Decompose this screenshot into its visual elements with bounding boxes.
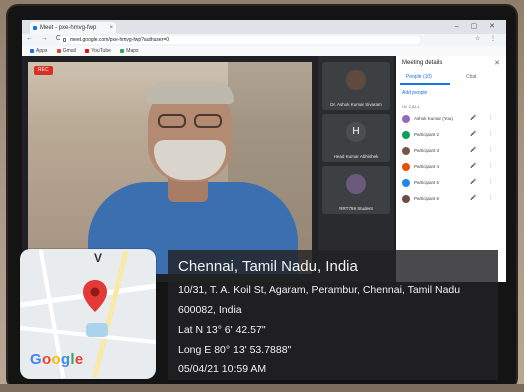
geotag-postal: 600082, India <box>178 304 242 316</box>
speaker-glasses <box>156 114 226 128</box>
avatar <box>402 115 410 123</box>
map-thumbnail: V Google <box>20 249 156 379</box>
location-pin-icon <box>82 279 108 313</box>
avatar <box>402 163 410 171</box>
participant-mic-icon[interactable]: 🎤 ⋮ <box>470 131 498 137</box>
avatar <box>402 147 410 155</box>
window-controls[interactable]: – ▢ ✕ <box>455 22 500 30</box>
participant-name: Participant 6 <box>414 196 440 201</box>
participant-name: Ashok Kumar (You) <box>414 116 453 121</box>
lock-icon <box>63 38 66 42</box>
browser-tab-bar: Meet - pxe-hmvg-fwp × – ▢ ✕ <box>22 20 506 34</box>
participant-tile[interactable]: Dr. Ashok Kumar Sivaram <box>322 62 390 110</box>
youtube-icon <box>85 48 90 53</box>
participant-name: Participant 3 <box>414 148 440 153</box>
toolbar-menu-icons[interactable]: ☆ ⋮ <box>475 35 500 42</box>
meet-favicon-icon <box>33 26 37 30</box>
geotag-overlay: Chennai, Tamil Nadu, India 10/31, T. A. … <box>168 250 498 380</box>
gmail-icon <box>56 48 61 53</box>
bookmark-gmail[interactable]: Gmail <box>56 46 76 56</box>
main-video-feed[interactable]: REC <box>28 62 312 274</box>
maps-icon <box>120 48 125 53</box>
participant-mic-icon[interactable]: 🎤 ⋮ <box>470 163 498 169</box>
google-logo: Google <box>30 351 84 368</box>
bookmark-maps[interactable]: Maps <box>120 46 139 56</box>
participant-row[interactable]: Participant 3 🎤 ⋮ <box>402 146 502 156</box>
tile-name: RRT759 Student <box>339 206 373 211</box>
laptop-base <box>0 384 524 392</box>
participant-tile[interactable]: H Head Kumar Abhishek <box>322 114 390 162</box>
avatar <box>402 131 410 139</box>
speaker-hair <box>146 82 234 104</box>
map-label: V <box>94 251 103 265</box>
meeting-details-panel: Meeting details ✕ People (10) Chat Add p… <box>396 56 506 282</box>
geotag-datetime: 05/04/21 10:59 AM <box>178 363 267 375</box>
map-road <box>92 250 129 378</box>
tab-title: Meet - pxe-hmvg-fwp <box>40 25 97 31</box>
avatar: H <box>346 122 366 142</box>
participant-name: Participant 5 <box>414 180 440 185</box>
participant-mic-icon[interactable]: 🎤 ⋮ <box>470 179 498 185</box>
geotag-city: Chennai, Tamil Nadu, India <box>178 258 358 275</box>
bookmarks-bar: Apps Gmail YouTube Maps <box>22 46 506 56</box>
participant-row[interactable]: Ashok Kumar (You) 🎤 ⋮ <box>402 114 502 124</box>
glasses-lens-right <box>194 114 222 128</box>
avatar <box>402 195 410 203</box>
browser-tab[interactable]: Meet - pxe-hmvg-fwp × <box>30 22 116 34</box>
participant-name: Participant 4 <box>414 164 440 169</box>
participant-name: Participant 2 <box>414 132 440 137</box>
participant-mic-icon[interactable]: 🎤 ⋮ <box>470 147 498 153</box>
tile-name: Head Kumar Abhishek <box>333 154 379 159</box>
tab-indicator <box>400 83 450 85</box>
bookmark-apps[interactable]: Apps <box>30 46 47 56</box>
geotag-latitude: Lat N 13° 6' 42.57" <box>178 324 266 336</box>
participant-mic-icon[interactable]: 🎤 ⋮ <box>470 195 498 201</box>
recording-badge: REC <box>34 66 53 75</box>
avatar <box>346 174 366 194</box>
bookmark-youtube[interactable]: YouTube <box>85 46 111 56</box>
browser-toolbar: ← → C meet.google.com/pxe-hmvg-fwp?authu… <box>22 34 506 46</box>
participant-row[interactable]: Participant 6 🎤 ⋮ <box>402 194 502 204</box>
details-title: Meeting details <box>402 60 443 66</box>
tab-close-icon[interactable]: × <box>109 22 113 34</box>
close-icon[interactable]: ✕ <box>494 59 500 67</box>
participant-row[interactable]: Participant 2 🎤 ⋮ <box>402 130 502 140</box>
geotag-longitude: Long E 80° 13' 53.7888" <box>178 344 292 356</box>
laptop-screen: Meet - pxe-hmvg-fwp × – ▢ ✕ ← → C meet.g… <box>22 20 506 282</box>
glasses-lens-left <box>158 114 186 128</box>
participant-row[interactable]: Participant 5 🎤 ⋮ <box>402 178 502 188</box>
address-bar[interactable]: meet.google.com/pxe-hmvg-fwp?authuser=0 <box>60 36 420 44</box>
add-people-button[interactable]: Add people <box>402 90 427 96</box>
participant-tiles: Dr. Ashok Kumar Sivaram H Head Kumar Abh… <box>318 56 394 282</box>
address-url: meet.google.com/pxe-hmvg-fwp?authuser=0 <box>70 37 170 43</box>
tab-people[interactable]: People (10) <box>406 74 432 80</box>
nav-buttons[interactable]: ← → C <box>26 35 64 42</box>
participant-row[interactable]: Participant 4 🎤 ⋮ <box>402 162 502 172</box>
tab-chat[interactable]: Chat <box>466 74 477 80</box>
geotag-address: 10/31, T. A. Koil St, Agaram, Perambur, … <box>178 284 461 296</box>
avatar <box>346 70 366 90</box>
in-call-heading: IN CALL <box>402 104 421 109</box>
map-water <box>86 323 108 337</box>
participant-mic-icon[interactable]: 🎤 ⋮ <box>470 115 498 121</box>
apps-icon <box>30 48 34 53</box>
tile-name: Dr. Ashok Kumar Sivaram <box>330 102 382 107</box>
participant-tile[interactable]: RRT759 Student <box>322 166 390 214</box>
avatar <box>402 179 410 187</box>
